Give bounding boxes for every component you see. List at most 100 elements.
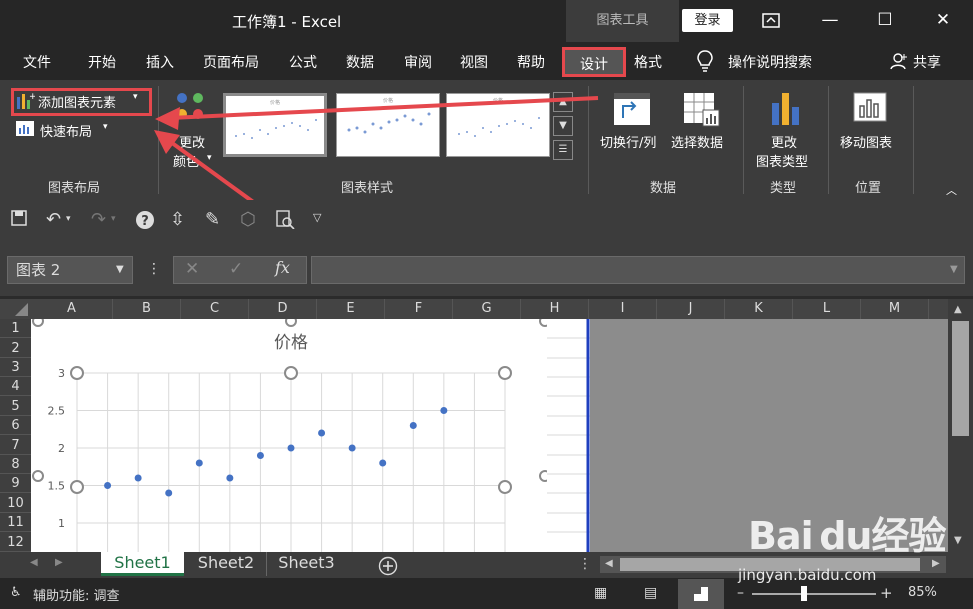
more-options-icon[interactable]: ⋮ xyxy=(578,556,592,572)
row-header-11[interactable]: 11 xyxy=(0,513,31,532)
scroll-left-icon[interactable]: ◀ xyxy=(605,558,613,569)
scatter-chart[interactable]: 3 2.5 2 1.5 1 价格 xyxy=(31,315,551,552)
accessibility-status[interactable]: 辅助功能: 调查 xyxy=(33,585,120,604)
data-point[interactable] xyxy=(195,459,203,467)
row-header-6[interactable]: 6 xyxy=(0,416,31,435)
plot-area-handle[interactable] xyxy=(284,366,298,380)
row-header-1[interactable]: 1 xyxy=(0,319,31,338)
row-header-4[interactable]: 4 xyxy=(0,377,31,396)
resize-handle[interactable] xyxy=(32,470,44,482)
save-icon[interactable] xyxy=(10,209,28,232)
tab-file[interactable]: 文件 xyxy=(23,52,51,72)
more-options-icon[interactable]: ⋮ xyxy=(147,261,161,277)
plot-area-handle[interactable] xyxy=(498,480,512,494)
column-header-m[interactable]: M xyxy=(861,299,929,319)
cancel-icon[interactable]: ✕ xyxy=(185,259,199,279)
column-header-a[interactable]: A xyxy=(31,299,113,319)
column-header-i[interactable]: I xyxy=(589,299,657,319)
chart-title[interactable]: 价格 xyxy=(274,333,308,353)
scrollbar-thumb[interactable] xyxy=(952,321,969,436)
chart-object[interactable]: 3 2.5 2 1.5 1 价格 xyxy=(31,315,551,552)
data-point[interactable] xyxy=(226,474,234,482)
enter-icon[interactable]: ✓ xyxy=(229,259,243,279)
row-height-icon[interactable]: ⇳ xyxy=(170,209,185,230)
zoom-slider-handle[interactable] xyxy=(801,586,807,601)
data-point[interactable] xyxy=(256,452,264,459)
data-point[interactable] xyxy=(318,429,326,437)
tab-formulas[interactable]: 公式 xyxy=(289,52,317,72)
column-header-g[interactable]: G xyxy=(453,299,521,319)
resize-handle[interactable] xyxy=(285,315,297,327)
tell-me-search[interactable]: 操作说明搜索 xyxy=(728,52,812,72)
resize-handle[interactable] xyxy=(539,315,551,327)
row-header-7[interactable]: 7 xyxy=(0,436,31,455)
collapse-ribbon-icon[interactable]: ︿ xyxy=(946,182,957,198)
select-data-button[interactable]: 选择数据 xyxy=(671,132,723,151)
name-box[interactable]: 图表 2 xyxy=(7,256,133,284)
row-header-3[interactable]: 3 xyxy=(0,358,31,377)
column-header-e[interactable]: E xyxy=(317,299,385,319)
row-header-10[interactable]: 10 xyxy=(0,494,31,513)
help-icon[interactable]: ? xyxy=(135,210,155,234)
tab-insert[interactable]: 插入 xyxy=(146,52,174,72)
tab-design[interactable]: 设计 xyxy=(562,47,626,77)
row-header-9[interactable]: 9 xyxy=(0,474,31,493)
page-layout-view-icon[interactable]: ▤ xyxy=(644,585,657,601)
zoom-level[interactable]: 85% xyxy=(908,585,937,600)
data-point[interactable] xyxy=(165,489,173,497)
plot-area-handle[interactable] xyxy=(70,480,84,494)
row-header-8[interactable]: 8 xyxy=(0,455,31,474)
expand-formula-icon[interactable]: ▼ xyxy=(950,264,958,275)
chevron-down-icon[interactable]: ▼ xyxy=(116,264,124,275)
tab-review[interactable]: 审阅 xyxy=(404,52,432,72)
move-chart-button[interactable]: 移动图表 xyxy=(840,132,892,151)
vertical-scrollbar[interactable]: ▲ ▼ xyxy=(948,299,973,552)
sheet-tab-2[interactable]: Sheet2 xyxy=(186,552,266,576)
row-header-2[interactable]: 2 xyxy=(0,339,31,358)
chevron-down-icon[interactable]: ▾ xyxy=(111,214,116,224)
zoom-slider[interactable] xyxy=(752,593,876,595)
data-point[interactable] xyxy=(348,444,356,452)
resize-handle[interactable] xyxy=(32,315,44,327)
zoom-in-icon[interactable]: + xyxy=(880,584,893,602)
tab-data[interactable]: 数据 xyxy=(346,52,374,72)
tab-page-layout[interactable]: 页面布局 xyxy=(203,52,259,72)
formula-input[interactable] xyxy=(311,256,965,284)
tab-format[interactable]: 格式 xyxy=(634,52,662,72)
tab-home[interactable]: 开始 xyxy=(88,52,116,72)
normal-view-icon[interactable]: ▦ xyxy=(594,585,607,601)
column-header-j[interactable]: J xyxy=(657,299,725,319)
data-point[interactable] xyxy=(134,474,142,482)
tab-help[interactable]: 帮助 xyxy=(517,52,545,72)
column-header-l[interactable]: L xyxy=(793,299,861,319)
sheet-tab-3[interactable]: Sheet3 xyxy=(266,552,346,576)
data-point[interactable] xyxy=(104,482,112,489)
shape-icon[interactable]: ⬡ xyxy=(240,209,256,230)
column-header-b[interactable]: B xyxy=(113,299,181,319)
undo-icon[interactable]: ↶ xyxy=(46,209,61,230)
column-header-c[interactable]: C xyxy=(181,299,249,319)
cells-column-h[interactable] xyxy=(547,319,590,552)
scroll-tabs-left-icon[interactable]: ◀ xyxy=(30,557,38,568)
plot-area-handle[interactable] xyxy=(498,366,512,380)
column-header-d[interactable]: D xyxy=(249,299,317,319)
share-button[interactable]: 共享 xyxy=(913,52,941,72)
maximize-icon[interactable]: ☐ xyxy=(860,0,910,42)
print-preview-icon[interactable] xyxy=(275,209,295,234)
column-header-k[interactable]: K xyxy=(725,299,793,319)
column-header-h[interactable]: H xyxy=(521,299,589,319)
resize-handle[interactable] xyxy=(539,470,551,482)
scroll-down-icon[interactable]: ▼ xyxy=(954,535,962,546)
data-point[interactable] xyxy=(440,407,448,414)
select-all-corner[interactable] xyxy=(0,299,31,319)
scroll-up-icon[interactable]: ▲ xyxy=(954,304,962,315)
change-chart-type-label[interactable]: 更改 xyxy=(771,132,797,151)
zoom-out-icon[interactable]: – xyxy=(737,585,744,601)
row-header-12[interactable]: 12 xyxy=(0,533,31,552)
page-break-view-button[interactable] xyxy=(678,579,724,609)
data-point[interactable] xyxy=(409,422,417,429)
data-point[interactable] xyxy=(287,444,295,452)
insert-function-button[interactable]: fx xyxy=(275,258,290,277)
scroll-tabs-right-icon[interactable]: ▶ xyxy=(55,557,63,568)
minimize-icon[interactable]: — xyxy=(805,0,855,42)
